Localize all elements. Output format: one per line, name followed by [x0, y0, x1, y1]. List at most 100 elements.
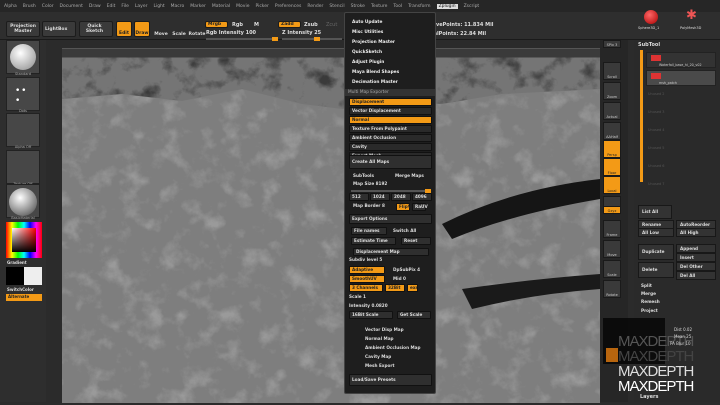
subtool-del-other-button[interactable]: Del Other	[676, 262, 716, 271]
flipv-toggle[interactable]: FlipV	[396, 203, 411, 211]
map-toggle[interactable]: Vector Displacement	[349, 107, 432, 115]
color-picker[interactable]	[6, 222, 42, 258]
load-save-presets-button[interactable]: Load/Save Presets	[349, 374, 432, 386]
exr-toggle[interactable]: exr	[407, 284, 418, 292]
menu-stencil[interactable]: Stencil	[329, 4, 344, 9]
menu-edit[interactable]: Edit	[107, 4, 116, 9]
smoothuv-toggle[interactable]: SmoothUV	[349, 275, 385, 283]
lightbox-button[interactable]: LightBox	[42, 21, 76, 37]
mean-slider[interactable]: Mean 25	[674, 334, 691, 339]
viewport-canvas[interactable]	[62, 48, 600, 403]
menu-texture[interactable]: Texture	[371, 4, 387, 9]
menu-macro[interactable]: Macro	[171, 4, 185, 9]
shelf-floor-button[interactable]: Floor	[603, 158, 621, 176]
menu-color[interactable]: Color	[42, 4, 54, 9]
menu-light[interactable]: Light	[153, 4, 164, 9]
z-intensity-slider[interactable]	[282, 37, 342, 41]
map-toggle[interactable]: Cavity	[349, 143, 432, 151]
rauv-toggle[interactable]: RaUV	[412, 203, 428, 211]
map-size-4096-button[interactable]: 4096	[412, 193, 432, 201]
secondary-color-swatch[interactable]	[24, 267, 42, 285]
map-size-512-button[interactable]: 512	[349, 193, 369, 201]
shelf-scale-button[interactable]: Scale	[603, 260, 621, 278]
brush-tile[interactable]	[6, 40, 40, 74]
multi-map-exporter-header[interactable]: Multi Map Exporter	[345, 89, 435, 96]
subtool-duplicate-button[interactable]: Duplicate	[638, 244, 674, 260]
scale-button[interactable]: Scale	[172, 23, 186, 37]
subtool-project-button[interactable]: Project	[638, 307, 678, 316]
menu-document[interactable]: Document	[60, 4, 83, 9]
zcut-toggle[interactable]: Zcut	[326, 22, 337, 28]
stroke-tile[interactable]: • • •	[6, 77, 40, 111]
subtool-list-all-button[interactable]: List All	[638, 205, 672, 219]
menu-brush[interactable]: Brush	[23, 4, 36, 9]
adaptive-toggle[interactable]: Adaptive	[349, 266, 385, 274]
primary-color-swatch[interactable]	[6, 267, 24, 285]
plugin-item[interactable]: QuickSketch	[349, 49, 433, 56]
subtool-del-all-button[interactable]: Del All	[676, 271, 716, 280]
menu-draw[interactable]: Draw	[89, 4, 101, 9]
layers-section[interactable]: Layers	[640, 394, 659, 400]
plugin-item[interactable]: Misc Utilities	[349, 29, 433, 36]
get-scale-button[interactable]: Get Scale	[397, 311, 431, 319]
shelf-rotate-button[interactable]: Rotate	[603, 280, 621, 298]
menu-material[interactable]: Material	[212, 4, 230, 9]
map-toggle[interactable]: Ambient Occlusion	[349, 134, 432, 142]
menu-tool[interactable]: Tool	[393, 4, 402, 9]
plugin-item[interactable]: Adjust Plugin	[349, 59, 433, 66]
subtool-delete-button[interactable]: Delete	[638, 262, 674, 278]
plugin-item[interactable]: Auto Update	[349, 19, 433, 26]
bit-depth-toggle[interactable]: 32Bit	[385, 284, 405, 292]
zsub-toggle[interactable]: Zsub	[304, 22, 318, 28]
create-all-maps-button[interactable]: Create All Maps	[349, 155, 432, 169]
file-names-button[interactable]: File names	[351, 227, 387, 235]
shelf-aahalf-button[interactable]: AAHalf	[603, 122, 621, 140]
shelf-scroll-button[interactable]: Scroll	[603, 62, 621, 80]
polymesh-star-icon[interactable]: ✱	[686, 8, 697, 23]
reset-button[interactable]: Reset	[401, 237, 431, 245]
edit-button[interactable]: Edit	[116, 21, 132, 37]
16bit-scale-button[interactable]: 16Bit Scale	[349, 311, 393, 319]
shelf-actual-button[interactable]: Actual	[603, 102, 621, 120]
estimate-time-button[interactable]: Estimate Time	[351, 237, 396, 245]
menu-render[interactable]: Render	[307, 4, 323, 9]
quick-sketch-button[interactable]: Quick Sketch	[79, 21, 113, 37]
map-toggle[interactable]: Displacement	[349, 98, 432, 106]
material-tile[interactable]	[6, 184, 40, 218]
channels-toggle[interactable]: 3 Channels	[349, 284, 383, 292]
shelf-persp-button[interactable]: Persp	[603, 140, 621, 158]
rotate-button[interactable]: Rotate	[189, 23, 205, 37]
shelf-spix-3-button[interactable]: SPix 3	[603, 40, 621, 48]
map-size-2048-button[interactable]: 2048	[391, 193, 411, 201]
subtool-all-high-button[interactable]: All High	[676, 228, 716, 237]
map-size-1024-button[interactable]: 1024	[370, 193, 390, 201]
mrgb-toggle[interactable]: Mrgb	[205, 21, 228, 28]
subtool-item[interactable]: Waterfall_base_hi_20_v02	[646, 52, 716, 68]
map-size-slider[interactable]	[351, 189, 431, 193]
menu-layer[interactable]: Layer	[135, 4, 148, 9]
plugin-item[interactable]: Decimation Master	[349, 79, 433, 86]
shelf-gxyz-button[interactable]: Gxyz	[603, 206, 621, 214]
shelf-move-button[interactable]: Move	[603, 240, 621, 258]
subtool-insert-button[interactable]: Insert	[676, 253, 716, 262]
map-toggle[interactable]: Normal	[349, 116, 432, 124]
shelf-local-button[interactable]: Local	[603, 176, 621, 194]
menu-picker[interactable]: Picker	[255, 4, 268, 9]
zadd-toggle[interactable]: Zadd	[278, 21, 301, 28]
draw-button[interactable]: Draw	[134, 21, 150, 37]
menu-stroke[interactable]: Stroke	[351, 4, 365, 9]
menu-file[interactable]: File	[121, 4, 129, 9]
map-toggle[interactable]: Texture From Polypaint	[349, 125, 432, 133]
menu-zplugin[interactable]: Zplugin	[436, 3, 458, 9]
subtool-remesh-button[interactable]: Remesh	[638, 298, 714, 307]
subtool-item[interactable]: msh_patch	[646, 70, 716, 86]
menu-zscript[interactable]: Zscript	[464, 4, 480, 9]
projection-master-button[interactable]: Projection Master	[6, 21, 40, 37]
menu-preferences[interactable]: Preferences	[275, 4, 301, 9]
switch-color-button[interactable]: SwitchColor	[7, 287, 34, 292]
plugin-item[interactable]: Maya Blend Shapes	[349, 69, 433, 76]
export-options-button[interactable]: Export Options	[349, 214, 432, 224]
rgb-intensity-slider[interactable]	[206, 37, 278, 41]
texture-tile[interactable]	[6, 150, 40, 184]
menu-transform[interactable]: Transform	[408, 4, 430, 9]
